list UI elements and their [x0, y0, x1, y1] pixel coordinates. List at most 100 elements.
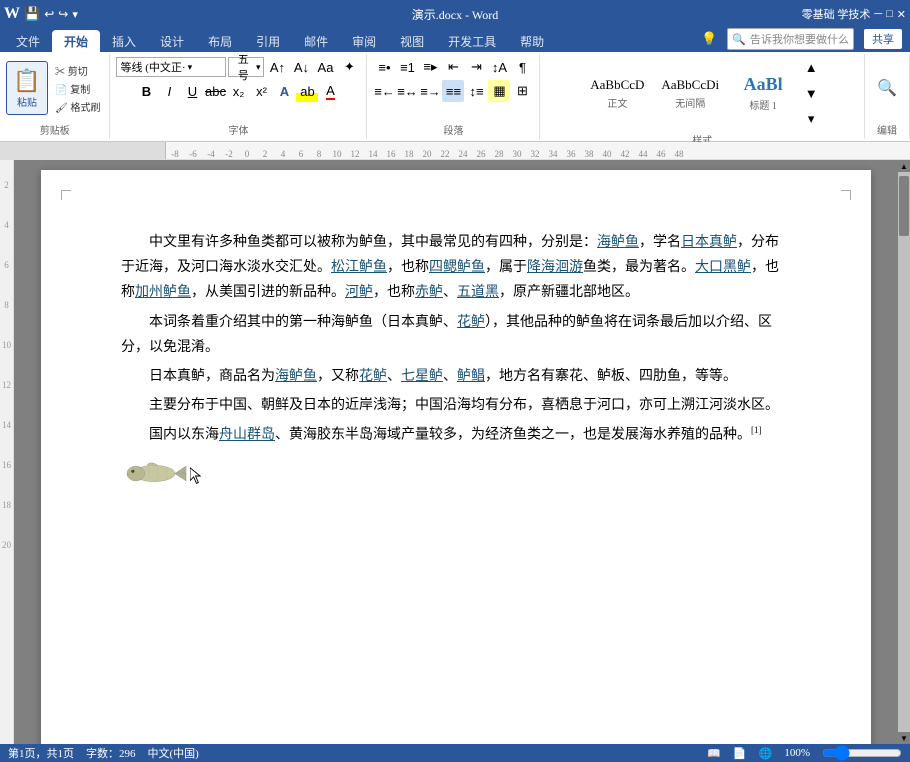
numbering-button[interactable]: ≡1 — [396, 56, 418, 78]
decrease-indent-button[interactable]: ⇤ — [442, 56, 464, 78]
link-qixinglu[interactable]: 七星鲈 — [401, 369, 443, 384]
link-jiazhoulu[interactable]: 加州鲈鱼 — [135, 285, 191, 300]
tab-design[interactable]: 设计 — [148, 30, 196, 52]
save-button[interactable]: 💾 — [24, 6, 40, 22]
link-jianghaihuiyou[interactable]: 降海洄游 — [527, 260, 583, 275]
web-view-button[interactable]: 🌐 — [759, 747, 773, 760]
scroll-up-button[interactable]: ▲ — [898, 160, 910, 172]
customize-button[interactable]: ▾ — [72, 8, 78, 21]
zoom-slider[interactable] — [822, 745, 902, 761]
tab-review[interactable]: 审阅 — [340, 30, 388, 52]
link-hualu1[interactable]: 花鲈 — [457, 315, 485, 330]
bold-button[interactable]: B — [135, 80, 157, 102]
link-hualu2[interactable]: 花鲈 — [359, 369, 387, 384]
format-painter-button[interactable]: 🖌 格式刷 — [52, 98, 103, 115]
increase-indent-button[interactable]: ⇥ — [465, 56, 487, 78]
bullets-button[interactable]: ≡• — [373, 56, 395, 78]
document-area: 2 4 6 8 10 12 14 16 18 20 中文里有许多种鱼类都可以被称… — [0, 160, 910, 744]
highlight-button[interactable]: ab — [296, 80, 318, 102]
align-center-button[interactable]: ≡↔ — [396, 80, 418, 102]
underline-button[interactable]: U — [181, 80, 203, 102]
scroll-down-button[interactable]: ▼ — [898, 732, 910, 744]
link-helu[interactable]: 河鲈 — [345, 285, 373, 300]
multilevel-list-button[interactable]: ≡▸ — [419, 56, 441, 78]
link-dakouhelu[interactable]: 大口黑鲈 — [695, 260, 751, 275]
vertical-scrollbar[interactable]: ▲ ▼ — [898, 160, 910, 744]
find-button[interactable]: 🔍 — [871, 72, 903, 104]
superscript-button[interactable]: x² — [250, 80, 272, 102]
text-effect-button[interactable]: A — [273, 80, 295, 102]
style-normal[interactable]: AaBbCcD 正文 — [582, 63, 652, 123]
link-songjianglu[interactable]: 松江鲈鱼 — [331, 260, 387, 275]
increase-font-button[interactable]: A↑ — [266, 56, 288, 78]
window-controls: 零基础 学技术 ─ □ ✕ — [802, 6, 910, 22]
clipboard-group: 📋 粘贴 ✂ 剪切 📄 复制 🖌 格式刷 剪贴板 — [0, 54, 110, 139]
styles-scroll-down[interactable]: ▼ — [800, 82, 822, 104]
style-heading1[interactable]: AaBl 标题 1 — [728, 63, 798, 123]
align-right-button[interactable]: ≡→ — [419, 80, 441, 102]
read-view-button[interactable]: 📖 — [707, 747, 721, 760]
style-no-spacing[interactable]: AaBbCcDi 无间隔 — [654, 63, 726, 123]
page-scroll[interactable]: 中文里有许多种鱼类都可以被称为鲈鱼，其中最常见的有四种，分别是：海鲈鱼，学名日本… — [14, 160, 898, 744]
font-size-selector[interactable]: 五号 ▾ — [228, 57, 264, 77]
link-zhoushandao[interactable]: 舟山群岛 — [219, 428, 275, 443]
tab-file[interactable]: 文件 — [4, 30, 52, 52]
corner-mark-tr — [841, 190, 851, 200]
sort-button[interactable]: ↕A — [488, 56, 510, 78]
show-marks-button[interactable]: ¶ — [511, 56, 533, 78]
share-button[interactable]: 共享 — [864, 29, 902, 49]
styles-more[interactable]: ▾ — [800, 108, 822, 130]
tell-me-search[interactable]: 🔍 告诉我你想要做什么 — [727, 28, 854, 50]
strikethrough-button[interactable]: abc — [204, 80, 226, 102]
title-bar: W 💾 ↩ ↪ ▾ 演示.docx - Word 零基础 学技术 ─ □ ✕ 文… — [0, 0, 910, 52]
paste-button[interactable]: 📋 粘贴 — [6, 61, 48, 115]
editing-label: 编辑 — [877, 122, 897, 137]
align-left-button[interactable]: ≡← — [373, 80, 395, 102]
tab-view[interactable]: 视图 — [388, 30, 436, 52]
tab-references[interactable]: 引用 — [244, 30, 292, 52]
tab-mailings[interactable]: 邮件 — [292, 30, 340, 52]
minimize-button[interactable]: ─ — [874, 8, 882, 20]
search-placeholder: 告诉我你想要做什么 — [750, 31, 849, 47]
link-hailu[interactable]: 海鲈鱼 — [597, 235, 639, 250]
link-hailu2[interactable]: 海鲈鱼 — [275, 369, 317, 384]
line-spacing-button[interactable]: ↕≡ — [465, 80, 487, 102]
scroll-thumb[interactable] — [899, 176, 909, 236]
borders-button[interactable]: ⊞ — [511, 80, 533, 102]
maximize-button[interactable]: □ — [886, 8, 893, 20]
footnote-mark: [1] — [751, 425, 762, 435]
shading-button[interactable]: ▦ — [488, 80, 510, 102]
tab-insert[interactable]: 插入 — [100, 30, 148, 52]
clear-format-button[interactable]: ✦ — [338, 56, 360, 78]
status-right: 📖 📄 🌐 100% — [707, 745, 902, 761]
link-wudaohei[interactable]: 五道黑 — [457, 285, 499, 300]
link-ribenzhenglu[interactable]: 日本真鲈 — [681, 235, 737, 250]
styles-scroll-up[interactable]: ▲ — [800, 56, 822, 78]
font-name-selector[interactable]: 等线 (中文正· ▾ — [116, 57, 226, 77]
italic-button[interactable]: I — [158, 80, 180, 102]
tab-home[interactable]: 开始 — [52, 30, 100, 52]
font-color-button[interactable]: A — [319, 80, 341, 102]
link-chilu[interactable]: 赤鲈 — [415, 285, 443, 300]
justify-button[interactable]: ≡≡ — [442, 80, 464, 102]
copy-button[interactable]: 📄 复制 — [52, 80, 103, 97]
decrease-font-button[interactable]: A↓ — [290, 56, 312, 78]
tab-help[interactable]: 帮助 — [508, 30, 556, 52]
status-left: 第1页，共1页 字数：296 中文(中国) — [8, 745, 199, 761]
lightbulb-icon: 💡 — [701, 31, 717, 47]
ribbon-toolbar: 📋 粘贴 ✂ 剪切 📄 复制 🖌 格式刷 剪贴板 等线 (中文正· ▾ 五号 ▾ — [0, 52, 910, 142]
tab-layout[interactable]: 布局 — [196, 30, 244, 52]
tab-developer[interactable]: 开发工具 — [436, 30, 508, 52]
link-luchang[interactable]: 鲈鲳 — [457, 369, 485, 384]
change-case-button[interactable]: Aa — [314, 56, 336, 78]
cut-button[interactable]: ✂ 剪切 — [52, 62, 103, 79]
search-icon: 🔍 — [732, 33, 746, 46]
link-sisailu[interactable]: 四鳃鲈鱼 — [429, 260, 485, 275]
redo-button[interactable]: ↪ — [58, 7, 68, 22]
undo-button[interactable]: ↩ — [44, 7, 54, 22]
page-content[interactable]: 中文里有许多种鱼类都可以被称为鲈鱼，其中最常见的有四种，分别是：海鲈鱼，学名日本… — [41, 170, 871, 744]
page-view-button[interactable]: 📄 — [733, 747, 747, 760]
subscript-button[interactable]: x₂ — [227, 80, 249, 102]
clipboard-label: 剪贴板 — [40, 122, 70, 137]
close-button[interactable]: ✕ — [897, 8, 906, 21]
